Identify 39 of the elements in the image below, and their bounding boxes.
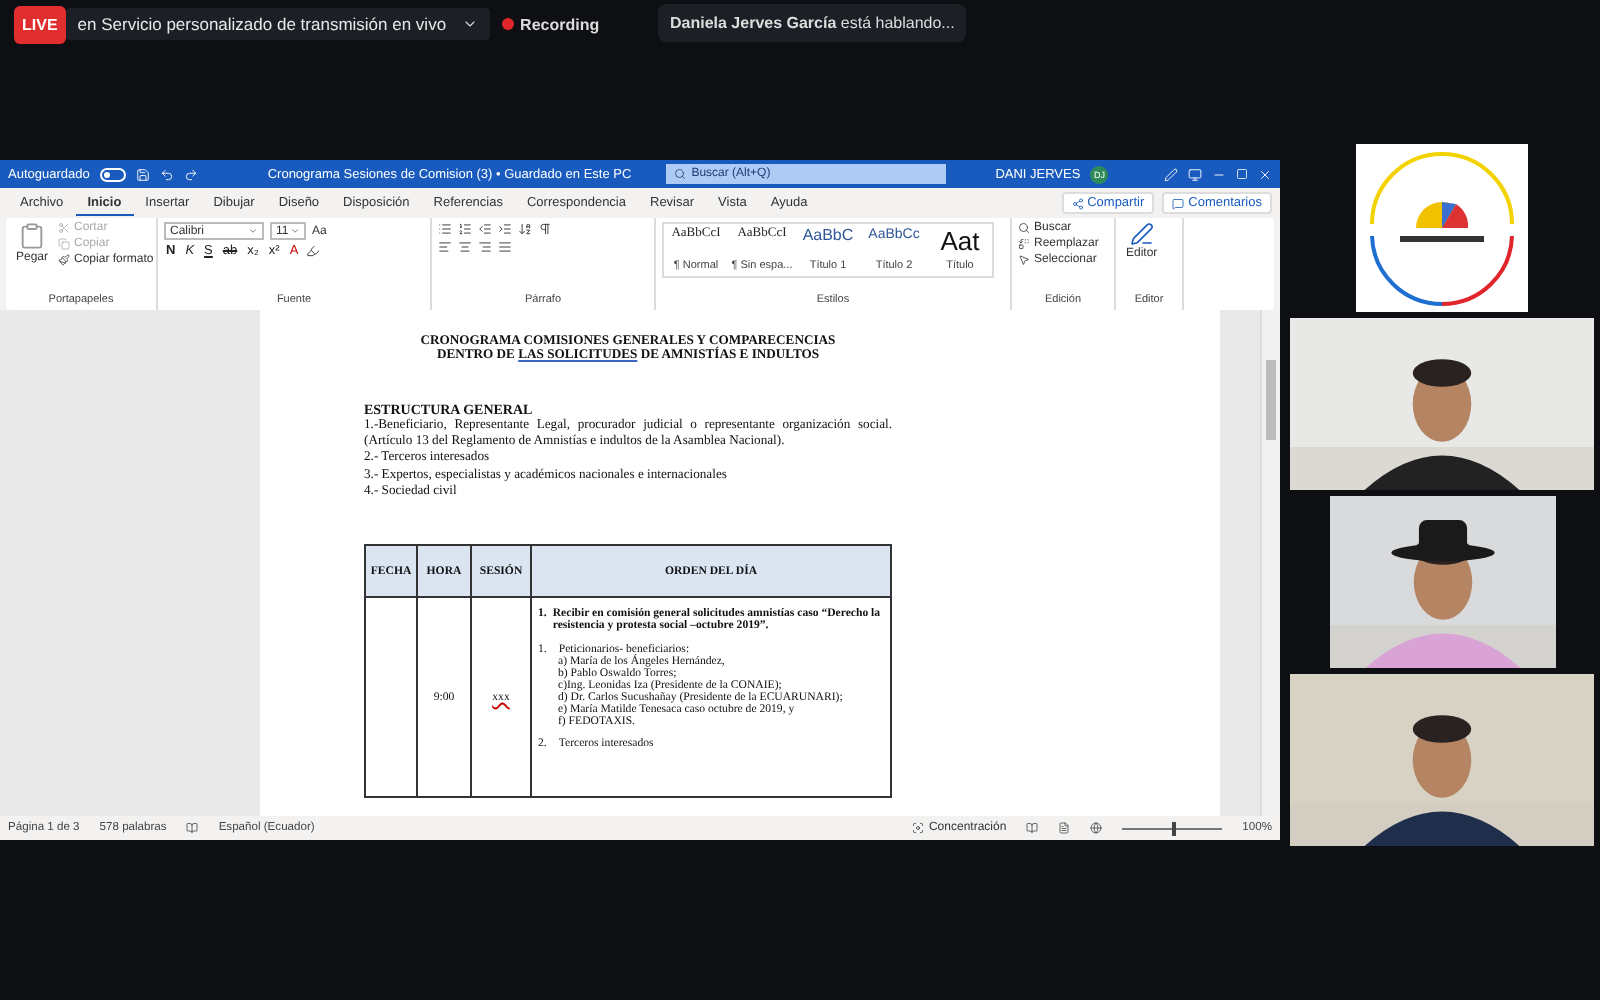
numbering-icon[interactable] bbox=[458, 222, 472, 236]
pilcrow-icon[interactable] bbox=[538, 222, 552, 236]
maximize-icon[interactable] bbox=[1236, 168, 1248, 180]
print-layout-icon[interactable] bbox=[1058, 822, 1071, 834]
web-layout-icon[interactable] bbox=[1090, 822, 1103, 834]
replace-icon[interactable] bbox=[1018, 238, 1030, 250]
bullets-icon[interactable] bbox=[438, 222, 452, 236]
comment-icon[interactable] bbox=[1172, 197, 1185, 209]
align-left-icon[interactable] bbox=[438, 240, 452, 254]
sort-icon[interactable] bbox=[518, 222, 532, 236]
speaker-notice: Daniela Jerves García está hablando... bbox=[658, 4, 967, 42]
clipboard-icon[interactable] bbox=[18, 222, 46, 250]
indent-icon[interactable] bbox=[498, 222, 512, 236]
search-icon[interactable] bbox=[1018, 222, 1030, 234]
redo-icon[interactable] bbox=[183, 167, 198, 181]
highlighter-icon[interactable] bbox=[306, 244, 321, 258]
live-badge: LIVE bbox=[14, 5, 66, 43]
caret-icon[interactable] bbox=[462, 16, 479, 32]
justify-icon[interactable] bbox=[498, 240, 512, 254]
autosave-toggle[interactable] bbox=[99, 167, 126, 181]
display-icon[interactable] bbox=[1188, 167, 1202, 181]
pen-icon[interactable] bbox=[1129, 222, 1154, 246]
align-right-icon[interactable] bbox=[478, 240, 492, 254]
paintbrush-icon[interactable] bbox=[58, 254, 71, 266]
proofing-icon[interactable] bbox=[186, 822, 199, 834]
zoom-slider[interactable] bbox=[1172, 821, 1177, 835]
undo-icon[interactable] bbox=[159, 167, 174, 181]
focus-icon[interactable] bbox=[912, 822, 925, 834]
align-center-icon[interactable] bbox=[458, 240, 472, 254]
recording-indicator: Recording bbox=[502, 15, 600, 33]
scrollbar[interactable] bbox=[1260, 310, 1280, 816]
save-icon[interactable] bbox=[135, 167, 150, 181]
outdent-icon[interactable] bbox=[478, 222, 492, 236]
close-icon[interactable] bbox=[1258, 167, 1272, 181]
stream-dropdown[interactable]: en Servicio personalizado de transmisión en vivo bbox=[65, 8, 491, 40]
search-icon[interactable] bbox=[673, 168, 686, 180]
pointer-icon[interactable] bbox=[1018, 254, 1030, 266]
share-icon[interactable] bbox=[1071, 197, 1084, 209]
read-mode-icon[interactable] bbox=[1026, 822, 1039, 834]
